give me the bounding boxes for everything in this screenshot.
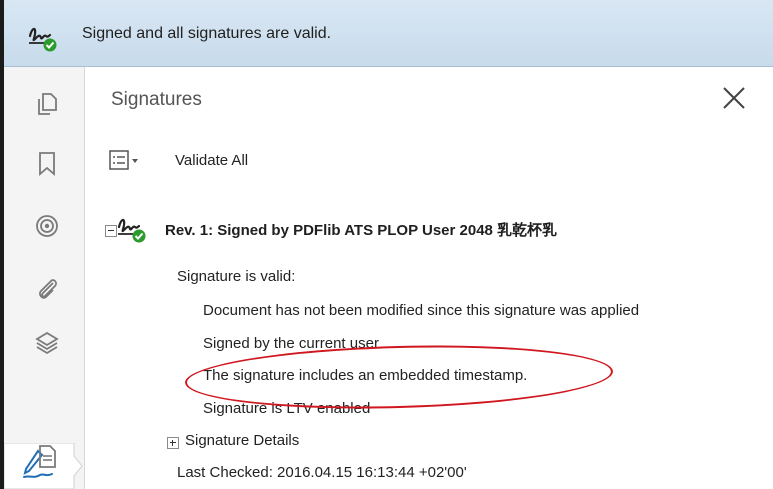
signature-status: Signature is valid:: [177, 268, 296, 285]
signature-valid-icon: [28, 27, 57, 52]
bookmark-icon[interactable]: [34, 150, 60, 176]
detail-line: Signed by the current user: [203, 335, 379, 352]
signature-revision-row[interactable]: Rev. 1: Signed by PDFlib ATS PLOP User 2…: [105, 213, 765, 247]
detail-line: Signature is LTV enabled: [203, 400, 371, 417]
options-menu-icon[interactable]: [109, 149, 141, 173]
target-icon[interactable]: [34, 213, 60, 239]
last-checked: Last Checked: 2016.04.15 16:13:44 +02'00…: [177, 464, 467, 481]
attachment-icon[interactable]: [34, 276, 60, 302]
signature-valid-icon: [117, 218, 146, 243]
panel-title: Signatures: [111, 89, 202, 110]
validate-all-button[interactable]: Validate All: [175, 152, 248, 169]
pages-icon[interactable]: [34, 91, 60, 117]
document-icon[interactable]: [34, 443, 60, 469]
signatures-panel: Signatures Validate All Rev. 1: Signed b…: [85, 67, 773, 489]
detail-line: Document has not been modified since thi…: [203, 302, 640, 319]
expand-toggle[interactable]: [167, 437, 179, 449]
signature-status-bar: Signed and all signatures are valid.: [4, 0, 773, 67]
detail-line-timestamp: The signature includes an embedded times…: [203, 367, 528, 384]
navigation-rail: [4, 67, 85, 489]
signature-details-label: Signature Details: [185, 432, 300, 449]
signature-status-message: Signed and all signatures are valid.: [82, 25, 332, 42]
layers-icon[interactable]: [34, 330, 60, 356]
revision-title: Rev. 1: Signed by PDFlib ATS PLOP User 2…: [165, 222, 558, 239]
close-icon[interactable]: [721, 85, 747, 111]
